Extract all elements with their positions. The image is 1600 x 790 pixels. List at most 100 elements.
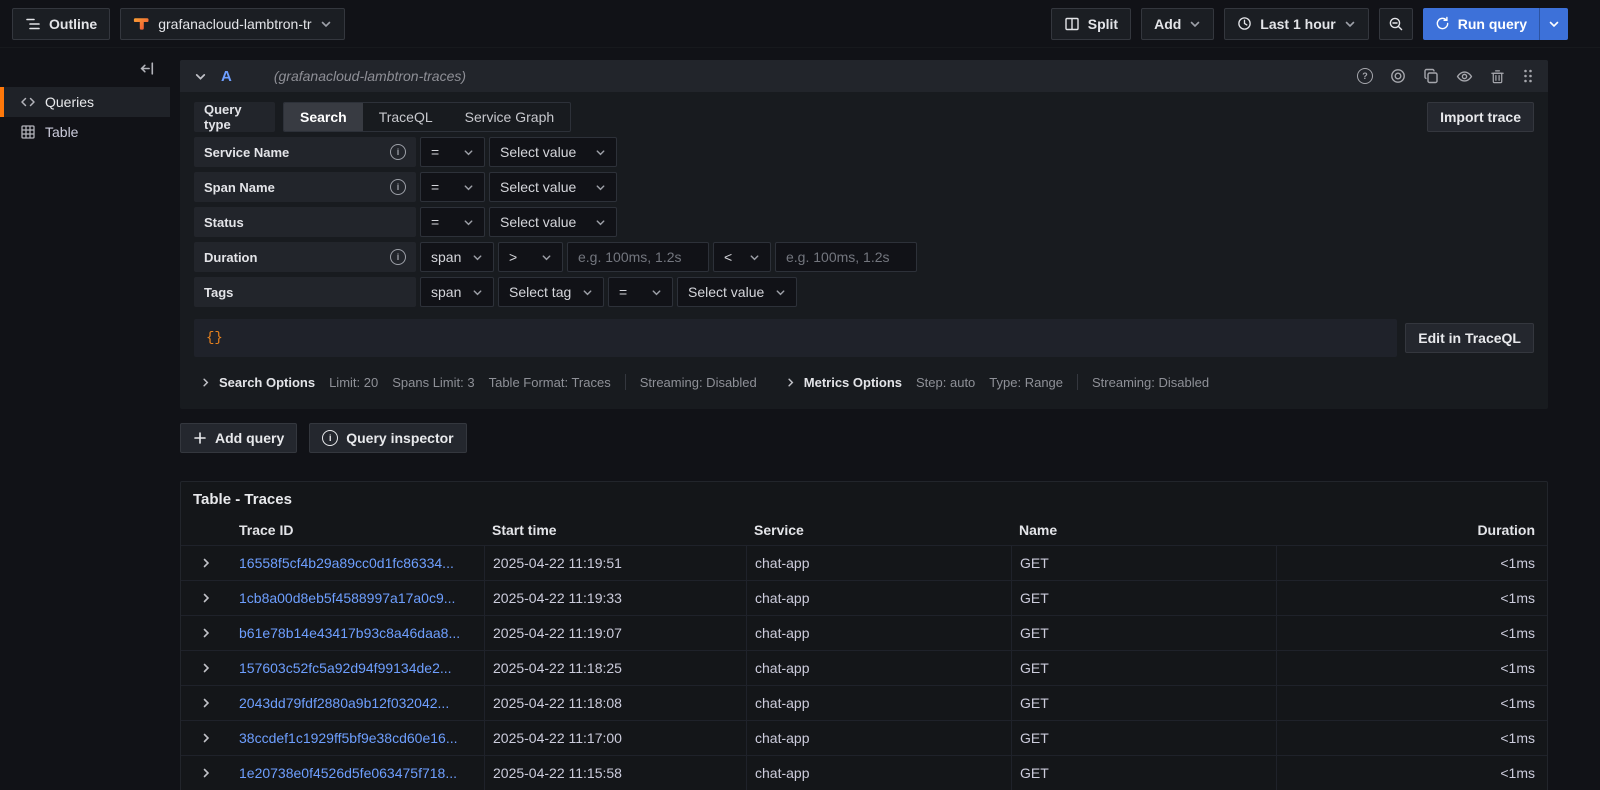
tags-label: Tags — [194, 277, 416, 307]
metrics-options-step: Step: auto — [916, 375, 975, 390]
duration-max-input[interactable] — [786, 249, 916, 265]
duration-min-input-wrap — [567, 242, 709, 272]
chevron-down-icon — [1189, 18, 1201, 30]
row-expander-icon[interactable] — [181, 546, 231, 580]
trace-id-link[interactable]: 16558f5cf4b29a89cc0d1fc86334... — [239, 555, 454, 571]
search-options-toggle[interactable]: Search Options — [200, 375, 315, 390]
status-value-select[interactable]: Select value — [489, 207, 617, 237]
collapse-query-chevron-icon[interactable] — [194, 70, 207, 83]
duration-gt-operator-select[interactable]: > — [498, 242, 563, 272]
run-query-interval-dropdown[interactable] — [1539, 8, 1568, 40]
service-cell: chat-app — [746, 651, 1011, 685]
tempo-logo-icon — [133, 15, 150, 32]
column-header-service[interactable]: Service — [746, 522, 1011, 538]
datasource-name: grafanacloud-lambtron-tr — [158, 16, 311, 32]
metrics-options-toggle[interactable]: Metrics Options — [785, 375, 902, 390]
name-cell: GET — [1011, 546, 1276, 580]
sidebar-item-queries[interactable]: Queries — [0, 87, 170, 117]
column-header-trace-id[interactable]: Trace ID — [231, 522, 484, 538]
duration-scope-select[interactable]: span — [420, 242, 494, 272]
tab-search[interactable]: Search — [284, 103, 363, 131]
zoom-out-button[interactable] — [1379, 8, 1413, 40]
service-name-operator-select[interactable]: = — [420, 137, 485, 167]
trace-id-link[interactable]: 1cb8a00d8eb5f4588997a17a0c9... — [239, 590, 455, 606]
table-grid-icon — [20, 124, 36, 140]
run-query-button[interactable]: Run query — [1423, 8, 1539, 40]
span-name-operator-select[interactable]: = — [420, 172, 485, 202]
span-name-value-select[interactable]: Select value — [489, 172, 617, 202]
row-expander-icon[interactable] — [181, 616, 231, 650]
service-name-value-select[interactable]: Select value — [489, 137, 617, 167]
hide-response-eye-icon[interactable] — [1456, 68, 1473, 85]
start-time-cell: 2025-04-22 11:18:25 — [484, 651, 746, 685]
duration-lt-operator-select[interactable]: < — [713, 242, 771, 272]
row-expander-icon[interactable] — [181, 651, 231, 685]
time-range-picker[interactable]: Last 1 hour — [1224, 8, 1368, 40]
add-button[interactable]: Add — [1141, 8, 1214, 40]
query-actions: Add query i Query inspector — [180, 423, 1548, 453]
query-ref-id[interactable]: A — [221, 68, 232, 85]
add-query-button[interactable]: Add query — [180, 423, 297, 453]
column-header-duration[interactable]: Duration — [1276, 522, 1547, 538]
tags-tag-select[interactable]: Select tag — [498, 277, 604, 307]
trace-id-link[interactable]: 1e20738e0f4526d5fe063475f718... — [239, 765, 457, 781]
column-header-start-time[interactable]: Start time — [484, 522, 746, 538]
explore-main: A (grafanacloud-lambtron-traces) ? — [170, 48, 1600, 790]
chevron-down-icon — [775, 287, 786, 298]
query-row-header: A (grafanacloud-lambtron-traces) ? — [180, 60, 1548, 92]
collapse-outline-icon[interactable] — [139, 60, 156, 77]
tab-traceql[interactable]: TraceQL — [363, 103, 449, 131]
traceql-preview: {} — [194, 319, 1397, 357]
service-cell: chat-app — [746, 721, 1011, 755]
tab-service-graph[interactable]: Service Graph — [449, 103, 570, 131]
divider — [1077, 374, 1078, 390]
outline-button[interactable]: Outline — [12, 8, 110, 40]
service-cell: chat-app — [746, 581, 1011, 615]
duplicate-query-icon[interactable] — [1423, 68, 1439, 84]
tags-scope-select[interactable]: span — [420, 277, 494, 307]
magnifier-minus-icon — [1388, 16, 1404, 32]
table-row: 1e20738e0f4526d5fe063475f718... 2025-04-… — [181, 755, 1547, 790]
trace-id-link[interactable]: b61e78b14e43417b93c8a46daa8... — [239, 625, 460, 641]
edit-in-traceql-button[interactable]: Edit in TraceQL — [1405, 323, 1534, 353]
query-options-row: Search Options Limit: 20 Spans Limit: 3 … — [194, 367, 1534, 397]
disable-query-icon[interactable] — [1390, 68, 1406, 84]
duration-cell: <1ms — [1276, 546, 1547, 580]
row-expander-icon[interactable] — [181, 721, 231, 755]
trace-id-link[interactable]: 2043dd79fdf2880a9b12f032042... — [239, 695, 449, 711]
chevron-down-icon — [651, 287, 662, 298]
start-time-cell: 2025-04-22 11:19:51 — [484, 546, 746, 580]
duration-min-input[interactable] — [578, 249, 708, 265]
metrics-options-type: Type: Range — [989, 375, 1063, 390]
row-expander-icon[interactable] — [181, 756, 231, 790]
row-expander-icon[interactable] — [181, 581, 231, 615]
remove-query-trash-icon[interactable] — [1490, 69, 1505, 84]
name-cell: GET — [1011, 721, 1276, 755]
table-row: b61e78b14e43417b93c8a46daa8... 2025-04-2… — [181, 615, 1547, 650]
import-trace-button[interactable]: Import trace — [1427, 102, 1534, 132]
tags-value-select[interactable]: Select value — [677, 277, 797, 307]
help-icon[interactable]: ? — [1357, 68, 1373, 84]
query-inspector-button[interactable]: i Query inspector — [309, 423, 466, 453]
split-button[interactable]: Split — [1051, 8, 1131, 40]
table-header-row: Trace ID Start time Service Name Duratio… — [181, 515, 1547, 545]
trace-id-link[interactable]: 38ccdef1c1929ff5bf9e38cd60e16... — [239, 730, 457, 746]
table-row: 16558f5cf4b29a89cc0d1fc86334... 2025-04-… — [181, 545, 1547, 580]
status-operator-select[interactable]: = — [420, 207, 485, 237]
datasource-picker[interactable]: grafanacloud-lambtron-tr — [120, 8, 344, 40]
column-header-name[interactable]: Name — [1011, 522, 1276, 538]
drag-handle-grip-icon[interactable] — [1522, 68, 1534, 84]
row-expander-icon[interactable] — [181, 686, 231, 720]
chevron-down-icon — [463, 217, 474, 228]
tags-operator-select[interactable]: = — [608, 277, 673, 307]
query-editor-body: Query type Search TraceQL Service Graph … — [180, 92, 1548, 409]
search-options-spans-limit: Spans Limit: 3 — [392, 375, 474, 390]
trace-id-link[interactable]: 157603c52fc5a92d94f99134de2... — [239, 660, 452, 676]
sidebar-item-table[interactable]: Table — [0, 117, 170, 147]
span-name-label: Span Name i — [194, 172, 416, 202]
name-cell: GET — [1011, 616, 1276, 650]
split-columns-icon — [1064, 16, 1080, 32]
start-time-cell: 2025-04-22 11:18:08 — [484, 686, 746, 720]
plus-icon — [193, 431, 207, 445]
traces-table-panel: Table - Traces Trace ID Start time Servi… — [180, 481, 1548, 790]
